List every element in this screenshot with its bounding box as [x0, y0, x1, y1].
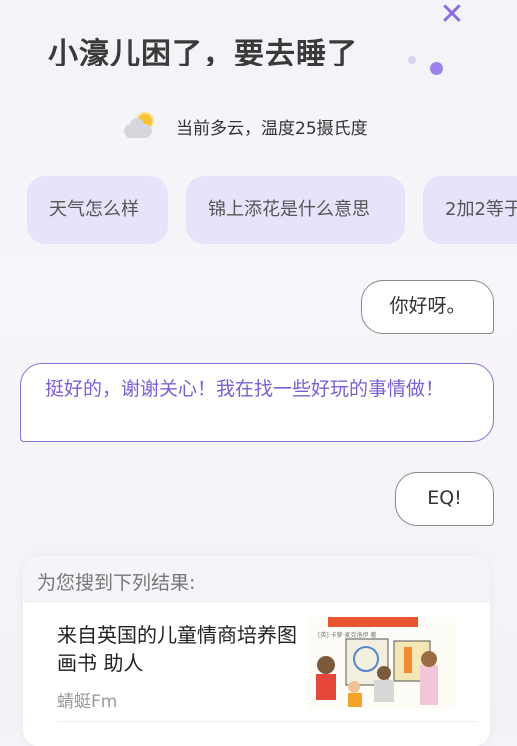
suggestion-chip-weather[interactable]: 天气怎么样: [27, 176, 168, 244]
book-cover-image: [英] 卡萝·麦克洛伊 著: [308, 617, 456, 709]
search-results-card: 为您搜到下列结果: 来自英国的儿童情商培养图画书 助人 蜻蜓Fm [英] 卡萝·…: [23, 556, 490, 746]
suggestion-chip-idiom[interactable]: 锦上添花是什么意思: [186, 176, 405, 244]
greeting-area: 小濠儿困了，要去睡了: [0, 0, 517, 84]
weather-text: 当前多云，温度25摄氏度: [176, 118, 368, 139]
result-title: 来自英国的儿童情商培养图画书 助人: [57, 623, 297, 675]
result-item[interactable]: 来自英国的儿童情商培养图画书 助人 蜻蜓Fm [英] 卡萝·麦克洛伊 著: [23, 603, 490, 746]
user-message-bubble: 你好呀。: [361, 280, 494, 334]
partly-cloudy-icon: [122, 110, 160, 142]
divider: [57, 721, 477, 722]
suggestion-chips: 天气怎么样 锦上添花是什么意思 2加2等于几: [27, 176, 517, 244]
assistant-message-bubble: 挺好的，谢谢关心！我在找一些好玩的事情做！: [20, 363, 494, 442]
suggestion-chip-math[interactable]: 2加2等于几: [423, 176, 517, 244]
result-source: 蜻蜓Fm: [57, 692, 118, 712]
user-message-bubble: EQ!: [395, 472, 494, 526]
greeting-text: 小濠儿困了，要去睡了: [48, 37, 358, 66]
results-header: 为您搜到下列结果:: [37, 572, 196, 594]
svg-text:[英] 卡萝·麦克洛伊 著: [英] 卡萝·麦克洛伊 著: [318, 631, 376, 639]
weather-info: 当前多云，温度25摄氏度: [122, 108, 368, 144]
